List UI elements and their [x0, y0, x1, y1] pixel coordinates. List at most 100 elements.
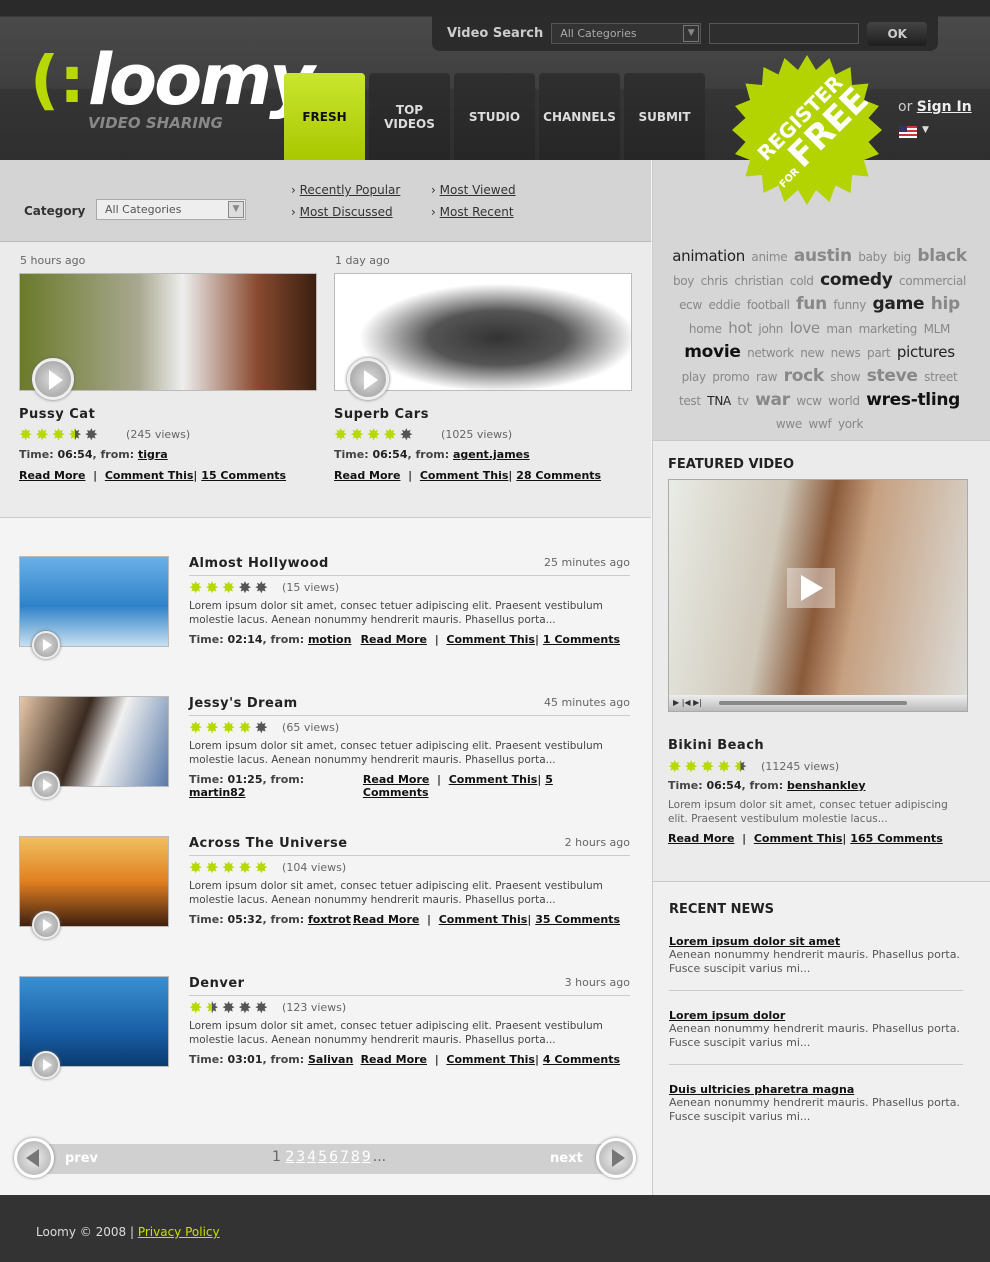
tag-link[interactable]: comedy: [820, 270, 893, 290]
author-link[interactable]: tigra: [138, 448, 168, 461]
video-thumbnail[interactable]: [19, 273, 317, 400]
nav-tab[interactable]: STUDIO: [454, 73, 535, 160]
nav-tab[interactable]: FRESH: [284, 73, 365, 160]
tag-link[interactable]: network: [747, 346, 794, 360]
tag-link[interactable]: wwe: [776, 417, 802, 431]
video-title[interactable]: Almost Hollywood: [189, 556, 329, 571]
read-more-link[interactable]: Read More: [361, 1053, 427, 1066]
video-thumbnail[interactable]: [19, 696, 169, 799]
tag-link[interactable]: MLM: [924, 322, 951, 336]
page-link[interactable]: 3: [296, 1149, 305, 1165]
author-link[interactable]: agent.james: [453, 448, 530, 461]
tag-link[interactable]: funny: [833, 298, 866, 312]
news-title-link[interactable]: Lorem ipsum dolor: [669, 1009, 785, 1022]
play-icon[interactable]: [32, 631, 60, 659]
us-flag-icon[interactable]: [899, 126, 917, 138]
tag-link[interactable]: anime: [751, 250, 787, 264]
tag-link[interactable]: movie: [684, 342, 741, 362]
most-viewed-link[interactable]: Most Viewed: [440, 183, 516, 197]
author-link[interactable]: benshankley: [787, 779, 866, 792]
author-link[interactable]: Salivan: [308, 1053, 353, 1066]
tag-link[interactable]: part: [867, 346, 891, 360]
play-icon[interactable]: [32, 771, 60, 799]
tag-link[interactable]: man: [826, 322, 852, 336]
author-link[interactable]: motion: [308, 633, 351, 646]
news-title-link[interactable]: Duis ultricies pharetra magna: [669, 1083, 854, 1096]
comment-this-link[interactable]: Comment This: [446, 633, 535, 646]
page-link[interactable]: 6: [329, 1149, 338, 1165]
page-link[interactable]: 5: [318, 1149, 327, 1165]
tag-link[interactable]: christian: [734, 274, 783, 288]
read-more-link[interactable]: Read More: [363, 773, 429, 786]
video-player[interactable]: ▶ |◀ ▶|: [668, 479, 968, 712]
read-more-link[interactable]: Read More: [668, 832, 734, 845]
read-more-link[interactable]: Read More: [361, 633, 427, 646]
comment-this-link[interactable]: Comment This: [754, 832, 843, 845]
comment-this-link[interactable]: Comment This: [449, 773, 538, 786]
tag-link[interactable]: hot: [728, 319, 752, 337]
sign-in-link[interactable]: Sign In: [917, 99, 972, 115]
seek-bar[interactable]: [719, 701, 907, 705]
nav-tab[interactable]: SUBMIT: [624, 73, 705, 160]
tag-link[interactable]: play: [682, 370, 707, 384]
video-title[interactable]: Superb Cars: [334, 407, 634, 422]
tag-link[interactable]: black: [917, 246, 967, 266]
tag-link[interactable]: new: [800, 346, 824, 360]
tag-link[interactable]: war: [755, 390, 790, 410]
author-link[interactable]: martin82: [189, 786, 245, 799]
tag-link[interactable]: news: [831, 346, 861, 360]
play-icon[interactable]: [32, 358, 74, 400]
tag-link[interactable]: animation: [672, 247, 745, 265]
prev-arrow-icon[interactable]: [14, 1138, 54, 1178]
nav-tab[interactable]: CHANNELS: [539, 73, 620, 160]
tag-link[interactable]: tv: [737, 394, 749, 408]
read-more-link[interactable]: Read More: [19, 469, 85, 482]
video-thumbnail[interactable]: [334, 273, 632, 400]
tag-link[interactable]: wres-tling: [866, 390, 960, 410]
tag-link[interactable]: street: [924, 370, 958, 384]
play-icon[interactable]: [787, 568, 835, 608]
tag-link[interactable]: steve: [867, 366, 918, 386]
tag-link[interactable]: marketing: [859, 322, 918, 336]
page-link[interactable]: 9: [362, 1149, 371, 1165]
page-link[interactable]: 7: [340, 1149, 349, 1165]
comments-link[interactable]: 1 Comments: [543, 633, 620, 646]
tag-link[interactable]: boy: [673, 274, 694, 288]
video-thumbnail[interactable]: [19, 556, 169, 659]
most-discussed-link[interactable]: Most Discussed: [300, 205, 393, 219]
tag-link[interactable]: test: [679, 394, 701, 408]
comment-this-link[interactable]: Comment This: [446, 1053, 535, 1066]
prev-link[interactable]: prev: [65, 1151, 98, 1166]
tag-link[interactable]: TNA: [707, 394, 731, 408]
comments-link[interactable]: 28 Comments: [516, 469, 601, 482]
play-icon[interactable]: [32, 911, 60, 939]
author-link[interactable]: foxtrot: [308, 913, 351, 926]
nav-tab[interactable]: TOP VIDEOS: [369, 73, 450, 160]
page-link[interactable]: 4: [307, 1149, 316, 1165]
comment-this-link[interactable]: Comment This: [439, 913, 528, 926]
tag-link[interactable]: wwf: [809, 417, 832, 431]
comments-link[interactable]: 4 Comments: [543, 1053, 620, 1066]
tag-link[interactable]: eddie: [708, 298, 740, 312]
tag-link[interactable]: world: [828, 394, 860, 408]
recently-popular-link[interactable]: Recently Popular: [300, 183, 401, 197]
comments-link[interactable]: 35 Comments: [535, 913, 620, 926]
search-category-select[interactable]: All Categories ▼: [551, 23, 702, 44]
tag-link[interactable]: austin: [794, 246, 852, 266]
tag-link[interactable]: fun: [796, 294, 827, 314]
featured-title[interactable]: Bikini Beach: [668, 738, 990, 753]
tag-link[interactable]: big: [893, 250, 911, 264]
tag-link[interactable]: wcw: [796, 394, 822, 408]
next-arrow-icon[interactable]: [596, 1138, 636, 1178]
video-title[interactable]: Pussy Cat: [19, 407, 319, 422]
tag-link[interactable]: game: [873, 294, 925, 314]
search-ok-button[interactable]: OK: [867, 21, 928, 46]
tag-link[interactable]: hip: [931, 294, 961, 314]
category-select[interactable]: All Categories ▼: [96, 199, 246, 220]
comments-link[interactable]: 15 Comments: [201, 469, 286, 482]
comment-this-link[interactable]: Comment This: [105, 469, 194, 482]
play-pause-icon[interactable]: ▶ |◀ ▶|: [673, 698, 702, 707]
tag-link[interactable]: ecw: [679, 298, 702, 312]
next-link[interactable]: next: [550, 1151, 583, 1166]
privacy-policy-link[interactable]: Privacy Policy: [138, 1225, 220, 1239]
